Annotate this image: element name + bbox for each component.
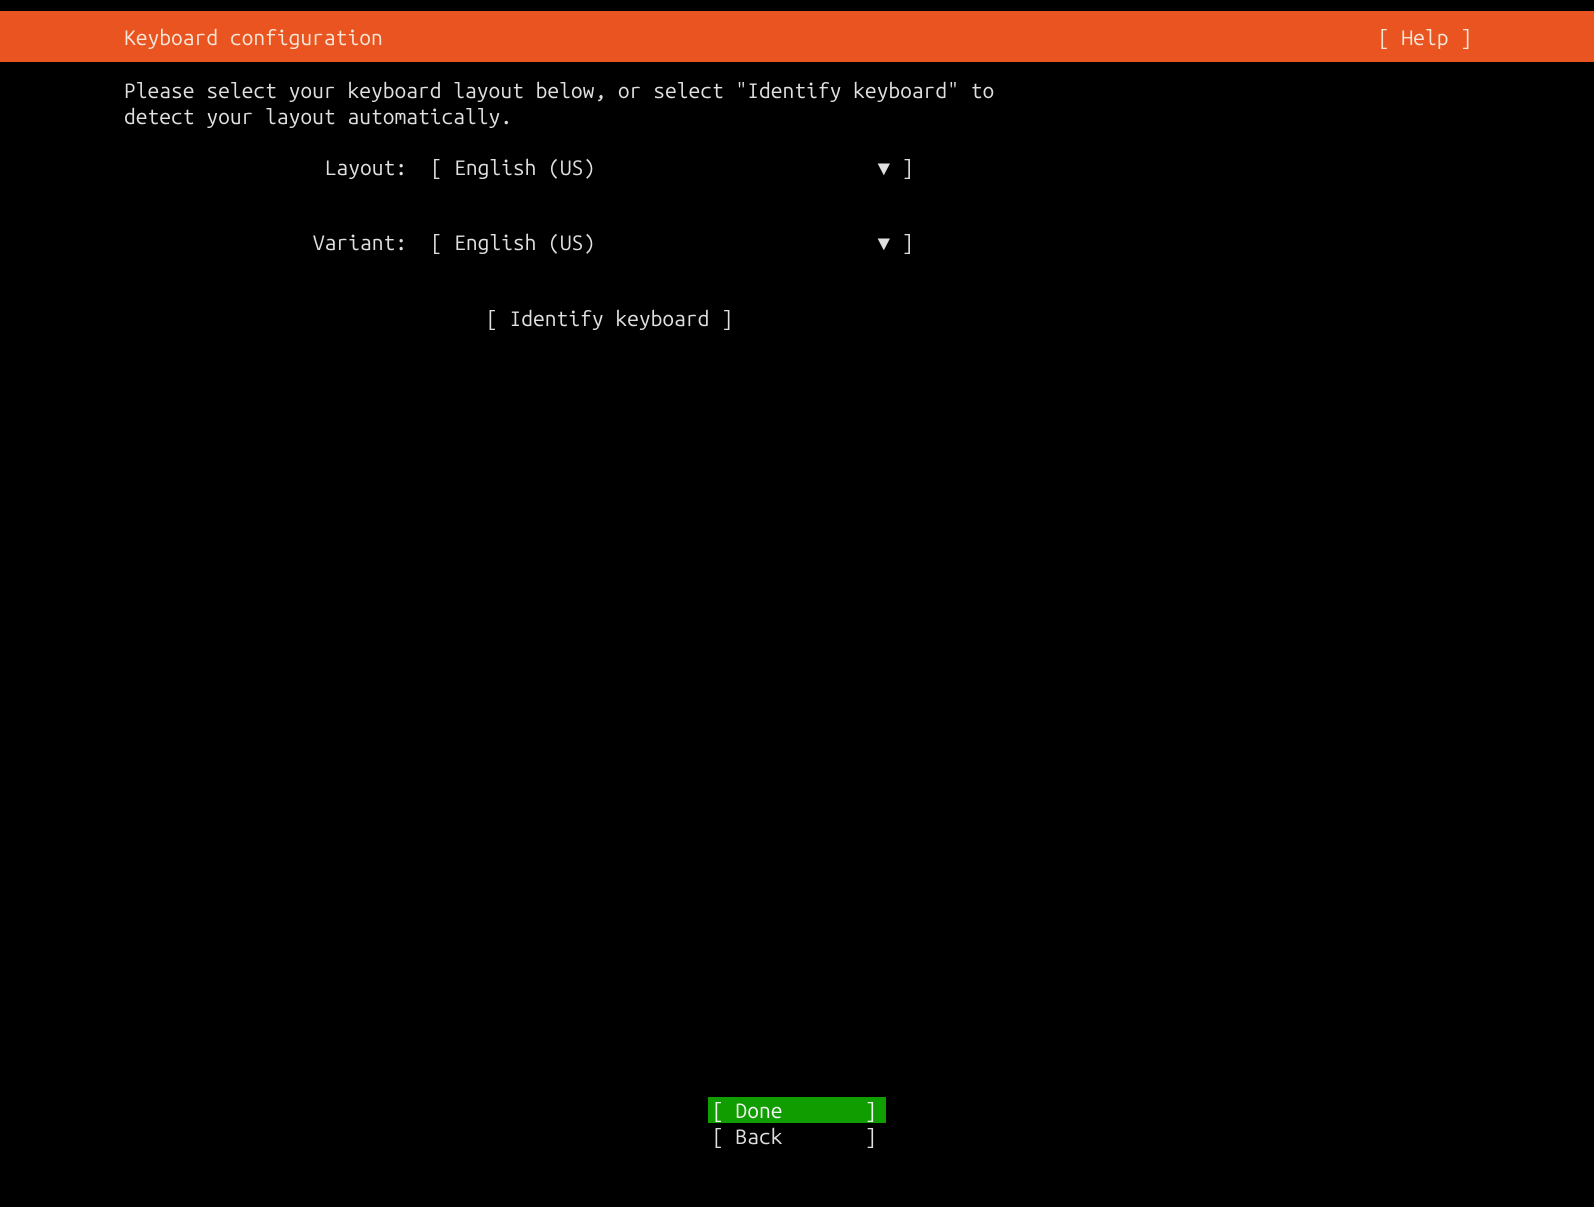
chevron-down-icon: ▼	[877, 230, 890, 254]
variant-value: English (US)	[454, 230, 595, 254]
layout-value: English (US)	[454, 155, 595, 179]
content-area: Please select your keyboard layout below…	[0, 62, 1594, 330]
layout-dropdown[interactable]: [ English (US) ▼ ]	[431, 155, 914, 180]
layout-label: Layout:	[124, 155, 407, 180]
chevron-down-icon: ▼	[877, 155, 890, 179]
back-button[interactable]: [ Back ]	[708, 1123, 886, 1149]
page-title: Keyboard configuration	[124, 25, 383, 49]
identify-keyboard-button[interactable]: [ Identify keyboard ]	[486, 306, 733, 330]
header-bar: Keyboard configuration [ Help ]	[0, 11, 1594, 62]
help-button[interactable]: [ Help ]	[1378, 25, 1472, 49]
done-button[interactable]: [ Done ]	[708, 1097, 886, 1123]
form-area: Layout: [ English (US) ▼ ] Variant: [ En…	[124, 155, 1470, 329]
footer-nav: [ Done ] [ Back ]	[0, 1097, 1594, 1149]
layout-row: Layout: [ English (US) ▼ ]	[124, 155, 1470, 180]
identify-row: [ Identify keyboard ]	[124, 306, 1470, 330]
variant-row: Variant: [ English (US) ▼ ]	[124, 230, 1470, 255]
variant-dropdown[interactable]: [ English (US) ▼ ]	[431, 230, 914, 255]
variant-label: Variant:	[124, 230, 407, 255]
instruction-text: Please select your keyboard layout below…	[124, 78, 1470, 129]
